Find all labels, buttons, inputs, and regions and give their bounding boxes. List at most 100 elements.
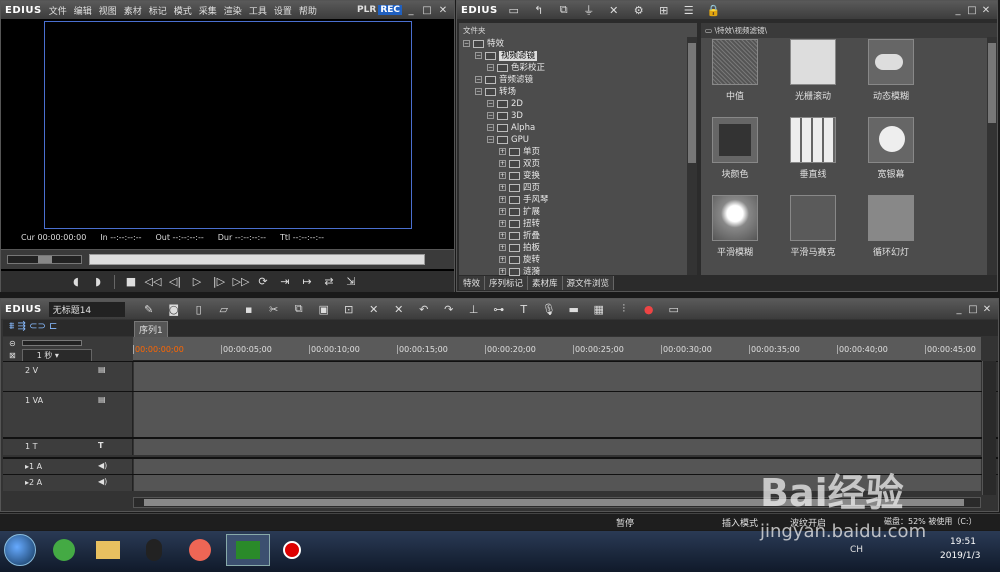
mixer-link-icon[interactable]: ⊶ — [490, 302, 508, 317]
tree-item[interactable]: − Alpha — [463, 122, 697, 134]
tree-item[interactable]: + 拍板 — [463, 242, 697, 254]
play-icon[interactable]: ▷ — [188, 274, 206, 289]
tab-sequence-markers[interactable]: 序列标记 — [485, 276, 529, 290]
expand-icon[interactable]: − — [487, 64, 494, 71]
tab-effects[interactable]: 特效 — [459, 276, 486, 290]
menu-edit[interactable]: 编辑 — [74, 7, 92, 17]
jog-slider[interactable] — [7, 255, 82, 264]
properties-icon[interactable]: ⚙ — [630, 3, 648, 18]
speaker-icon-2[interactable]: ◀) — [98, 477, 107, 486]
expand-icon[interactable]: − — [475, 76, 482, 83]
time-ruler[interactable]: 00:00:00;00 00:00:05;00 00:00:10;00 00:00:1… — [133, 337, 981, 361]
grid-scrollbar[interactable] — [987, 37, 997, 275]
menu-help[interactable]: 帮助 — [299, 7, 317, 17]
maximize-icon[interactable]: □ — [420, 4, 434, 17]
title-icon[interactable]: T — [515, 302, 533, 317]
fast-forward-icon[interactable]: ▷▷ — [232, 274, 250, 289]
effects-maximize-icon[interactable]: □ — [965, 4, 979, 17]
thumb-motion-blur[interactable]: 动态模糊 — [857, 39, 925, 102]
tree-item[interactable]: − 色彩校正 — [463, 62, 697, 74]
list-icon[interactable]: ☰ — [680, 3, 698, 18]
tree-item[interactable]: + 单页 — [463, 146, 697, 158]
render-icon[interactable]: ▬ — [565, 302, 583, 317]
qq-taskbar-icon[interactable] — [134, 536, 174, 564]
tree-item[interactable]: − GPU — [463, 134, 697, 146]
menu-mode[interactable]: 模式 — [174, 7, 192, 17]
thumb-smooth-mosaic[interactable]: 平滑马赛克 — [779, 195, 847, 258]
apply-icon[interactable]: ⏚ — [580, 3, 598, 18]
cut-icon[interactable]: ✂ — [265, 302, 283, 317]
thumb-vertical-lines[interactable]: 垂直线 — [779, 117, 847, 180]
expand-icon[interactable]: + — [499, 256, 506, 263]
menu-settings[interactable]: 设置 — [274, 7, 292, 17]
redo-icon[interactable]: ↷ — [440, 302, 458, 317]
tree-item[interactable]: + 四页 — [463, 182, 697, 194]
paste-icon[interactable]: ▣ — [315, 302, 333, 317]
layout-icon[interactable]: ⊞ — [655, 3, 673, 18]
step-forward-icon[interactable]: |▷ — [210, 274, 228, 289]
replace-icon[interactable]: ⊡ — [340, 302, 358, 317]
tree-item[interactable]: + 手风琴 — [463, 194, 697, 206]
timeline-maximize-icon[interactable]: □ — [966, 303, 980, 316]
sync-icon[interactable]: ⊝ — [9, 339, 16, 348]
set-in-icon[interactable]: ◖ — [67, 274, 85, 289]
delete-clip-icon[interactable]: ✕ — [365, 302, 383, 317]
thumb-median[interactable]: 中值 — [701, 39, 769, 102]
thumb-loop-slide[interactable]: 循环幻灯 — [857, 195, 925, 258]
expand-icon[interactable]: + — [499, 244, 506, 251]
firefox-taskbar-icon[interactable] — [180, 536, 220, 564]
expand-icon[interactable]: + — [499, 208, 506, 215]
expand-icon[interactable]: + — [499, 160, 506, 167]
expand-icon[interactable]: + — [499, 196, 506, 203]
new-sequence-icon[interactable]: ▯ — [190, 302, 208, 317]
start-button[interactable] — [4, 534, 36, 566]
view-icon[interactable]: ⧉ — [555, 3, 573, 18]
tree-item[interactable]: − 视频滤镜 — [463, 50, 697, 62]
tree-item[interactable]: + 扭转 — [463, 218, 697, 230]
undo-icon[interactable]: ↶ — [415, 302, 433, 317]
browser-taskbar-icon[interactable] — [44, 536, 84, 564]
delete-icon[interactable]: ✕ — [605, 3, 623, 18]
tab-bin[interactable]: 素材库 — [528, 276, 563, 290]
tree-item[interactable]: − 特效 — [463, 38, 697, 50]
expand-icon[interactable]: + — [499, 184, 506, 191]
expand-icon[interactable]: − — [487, 136, 494, 143]
ripple-delete-icon[interactable]: ✕ — [390, 302, 408, 317]
expand-icon[interactable]: + — [499, 148, 506, 155]
menu-clip[interactable]: 素材 — [124, 7, 142, 17]
loop-icon[interactable]: ⟳ — [254, 274, 272, 289]
position-slider[interactable] — [89, 254, 425, 265]
expand-icon[interactable]: + — [499, 172, 506, 179]
save-icon[interactable]: ▪ — [240, 302, 258, 317]
thumb-smooth-blur[interactable]: 平滑模糊 — [701, 195, 769, 258]
export-icon[interactable]: ⇲ — [342, 274, 360, 289]
match-frame-icon[interactable]: ⇄ — [320, 274, 338, 289]
tree-item[interactable]: + 折叠 — [463, 230, 697, 242]
sequence-tab[interactable]: 序列1 — [134, 321, 168, 338]
thumb-block-color[interactable]: 块颜色 — [701, 117, 769, 180]
thumb-widescreen[interactable]: 宽银幕 — [857, 117, 925, 180]
menu-render[interactable]: 渲染 — [224, 7, 242, 17]
tree-item[interactable]: − 3D — [463, 110, 697, 122]
track-1va-lane[interactable] — [134, 392, 981, 437]
menu-file[interactable]: 文件 — [49, 7, 67, 17]
tree-item[interactable]: + 旋转 — [463, 254, 697, 266]
menu-tools[interactable]: 工具 — [249, 7, 267, 17]
minimize-icon[interactable]: _ — [404, 4, 418, 17]
tree-item[interactable]: + 变换 — [463, 170, 697, 182]
tab-source-browser[interactable]: 源文件浏览 — [562, 276, 615, 290]
vertical-scrollbar[interactable] — [982, 361, 996, 495]
set-out-icon[interactable]: ◗ — [89, 274, 107, 289]
record-taskbar-icon[interactable] — [272, 536, 312, 564]
lock-icon[interactable]: 🔒 — [705, 3, 723, 18]
expand-icon[interactable]: − — [487, 124, 494, 131]
rec-button[interactable]: REC — [378, 5, 402, 15]
close-icon[interactable]: ✕ — [436, 4, 450, 17]
copy-icon[interactable]: ⧉ — [290, 302, 308, 317]
expand-icon[interactable]: + — [499, 220, 506, 227]
up-folder-icon[interactable]: ↰ — [530, 3, 548, 18]
tree-item[interactable]: + 双页 — [463, 158, 697, 170]
expand-icon[interactable]: + — [499, 232, 506, 239]
plr-button[interactable]: PLR — [357, 5, 376, 15]
record-icon[interactable]: ● — [640, 302, 658, 317]
